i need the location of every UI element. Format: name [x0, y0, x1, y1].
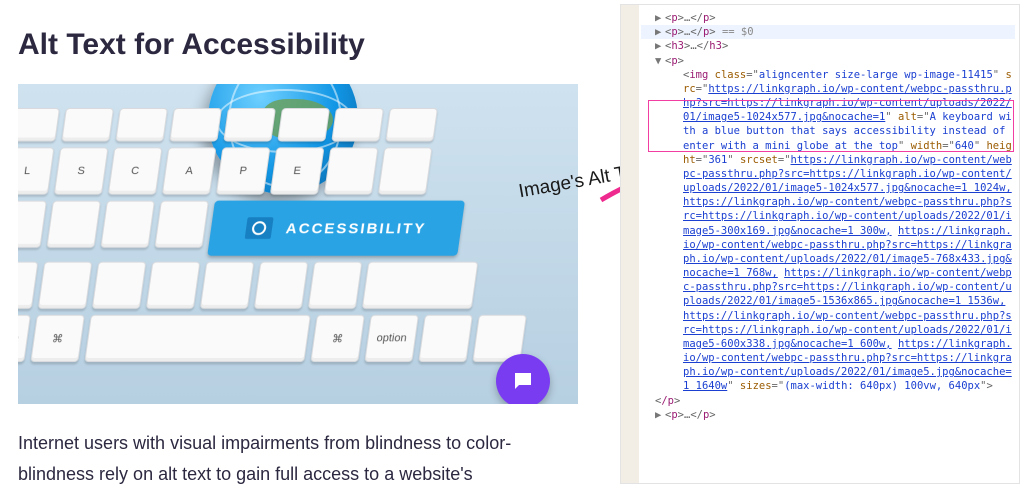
- code-line[interactable]: ▶<p>…</p>: [641, 408, 1015, 422]
- code-line[interactable]: </p>: [641, 394, 1015, 408]
- code-img-element[interactable]: <img class="aligncenter size-large wp-im…: [641, 68, 1015, 394]
- key-option-r: option: [364, 315, 419, 362]
- devtools-source[interactable]: ▶<p>…</p> ▶<p>…</p> == $0 ▶<h3>…</h3> ▼<…: [641, 11, 1015, 422]
- key-option-l: option: [18, 315, 31, 362]
- code-line[interactable]: ▼<p>: [641, 54, 1015, 68]
- key-s: S: [54, 147, 109, 194]
- key-a: A: [162, 147, 217, 194]
- key-p: P: [216, 147, 271, 194]
- code-line-selected[interactable]: ▶<p>…</p> == $0: [641, 25, 1015, 39]
- accessibility-key: ACCESSIBILITY: [207, 201, 465, 256]
- key-cmd-l: ⌘: [30, 315, 85, 362]
- keyboard-illustration: L S C A P E ACCESSIBILITY option: [18, 108, 578, 368]
- contact-card-icon: [244, 217, 273, 239]
- chat-bubble-icon: [511, 369, 535, 393]
- devtools-gutter: [621, 5, 639, 483]
- caption-line1: Internet users with visual impairments f…: [18, 433, 511, 453]
- code-line[interactable]: ▶<p>…</p>: [641, 11, 1015, 25]
- chat-fab[interactable]: [496, 354, 550, 404]
- caption-line2: blindness rely on alt text to gain full …: [18, 464, 473, 484]
- accessibility-key-label: ACCESSIBILITY: [285, 220, 428, 237]
- key-space: [84, 315, 311, 362]
- hero-image: L S C A P E ACCESSIBILITY option: [18, 84, 578, 404]
- key-e: E: [270, 147, 325, 194]
- key-l: L: [18, 147, 54, 194]
- article-title: Alt Text for Accessibility: [18, 28, 578, 62]
- key-cmd-r: ⌘: [310, 315, 365, 362]
- key-c: C: [108, 147, 163, 194]
- code-line[interactable]: ▶<h3>…</h3>: [641, 39, 1015, 53]
- article-panel: Alt Text for Accessibility L S C A P E: [18, 28, 578, 489]
- devtools-elements-panel[interactable]: ▶<p>…</p> ▶<p>…</p> == $0 ▶<h3>…</h3> ▼<…: [620, 4, 1020, 484]
- article-caption: Internet users with visual impairments f…: [18, 428, 578, 489]
